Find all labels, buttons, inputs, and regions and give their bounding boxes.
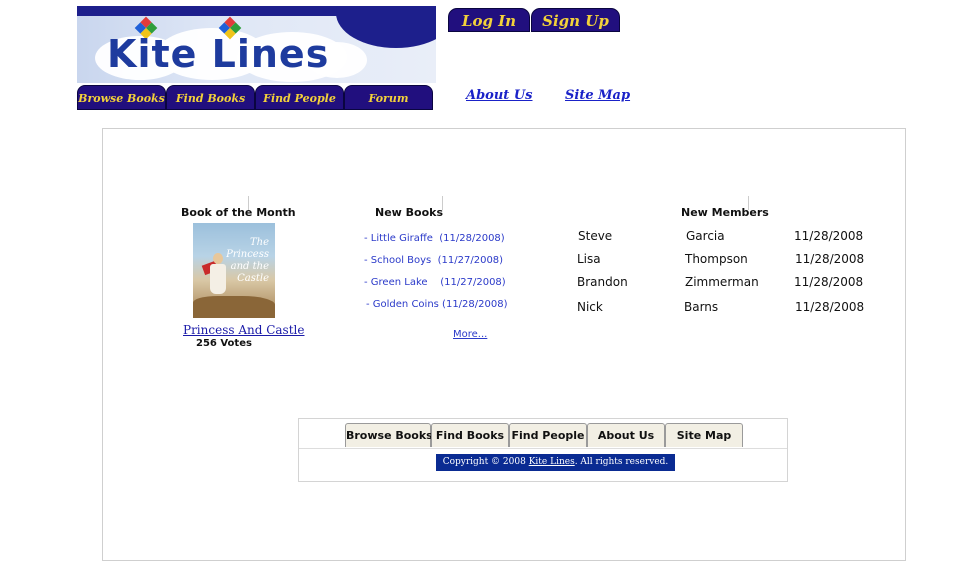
copyright-notice: Copyright © 2008 Kite Lines. All rights … <box>436 454 675 471</box>
footer-tab-about-us[interactable]: About Us <box>587 423 665 447</box>
nav-tab-forum[interactable]: Forum <box>344 85 433 110</box>
nav-tab-find-people[interactable]: Find People <box>255 85 344 110</box>
member-join-date: 11/28/2008 <box>794 229 864 243</box>
logo-text: Kite Lines <box>107 32 330 76</box>
footer-tab-find-people[interactable]: Find People <box>509 423 587 447</box>
book-of-month-heading: Book of the Month <box>181 206 296 219</box>
member-last-name: Zimmerman <box>685 275 759 289</box>
site-map-link[interactable]: Site Map <box>565 88 630 103</box>
member-first-name: Nick <box>577 300 603 314</box>
footer-divider <box>299 448 787 449</box>
copyright-suffix: . All rights reserved. <box>574 457 669 467</box>
nav-tab-find-books[interactable]: Find Books <box>166 85 255 110</box>
member-join-date: 11/28/2008 <box>795 300 865 314</box>
new-book-item[interactable]: - Green Lake (11/27/2008) <box>364 277 506 288</box>
member-last-name: Barns <box>684 300 719 314</box>
signup-button[interactable]: Sign Up <box>531 8 620 32</box>
nav-tab-browse-books[interactable]: Browse Books <box>77 85 166 110</box>
book-of-month-link[interactable]: Princess And Castle <box>183 323 304 337</box>
new-members-heading: New Members <box>681 206 769 219</box>
banner-curve <box>336 6 436 48</box>
vote-count: 256 Votes <box>196 338 252 349</box>
footer-tab-site-map[interactable]: Site Map <box>665 423 743 447</box>
book-cover-image[interactable]: The Princess and the Castle <box>193 223 275 318</box>
member-last-name: Thompson <box>685 252 748 266</box>
member-join-date: 11/28/2008 <box>794 275 864 289</box>
more-books-link[interactable]: More... <box>453 329 487 340</box>
new-books-heading: New Books <box>375 206 444 219</box>
new-book-item[interactable]: - Little Giraffe (11/28/2008) <box>364 233 505 244</box>
footer-tab-find-books[interactable]: Find Books <box>431 423 509 447</box>
member-first-name: Steve <box>578 229 613 243</box>
member-first-name: Brandon <box>577 275 628 289</box>
login-button[interactable]: Log In <box>448 8 530 32</box>
about-us-link[interactable]: About Us <box>466 88 533 103</box>
site-logo-banner[interactable]: Kite Lines <box>77 6 436 83</box>
member-last-name: Garcia <box>686 229 725 243</box>
member-first-name: Lisa <box>577 252 601 266</box>
rock-shape <box>193 296 275 318</box>
footer-tab-browse-books[interactable]: Browse Books <box>345 423 433 447</box>
new-book-item[interactable]: - School Boys (11/27/2008) <box>364 255 503 266</box>
member-join-date: 11/28/2008 <box>795 252 865 266</box>
new-book-item[interactable]: - Golden Coins (11/28/2008) <box>366 299 508 310</box>
copyright-prefix: Copyright © 2008 <box>442 457 529 467</box>
copyright-site-link[interactable]: Kite Lines <box>529 457 575 467</box>
